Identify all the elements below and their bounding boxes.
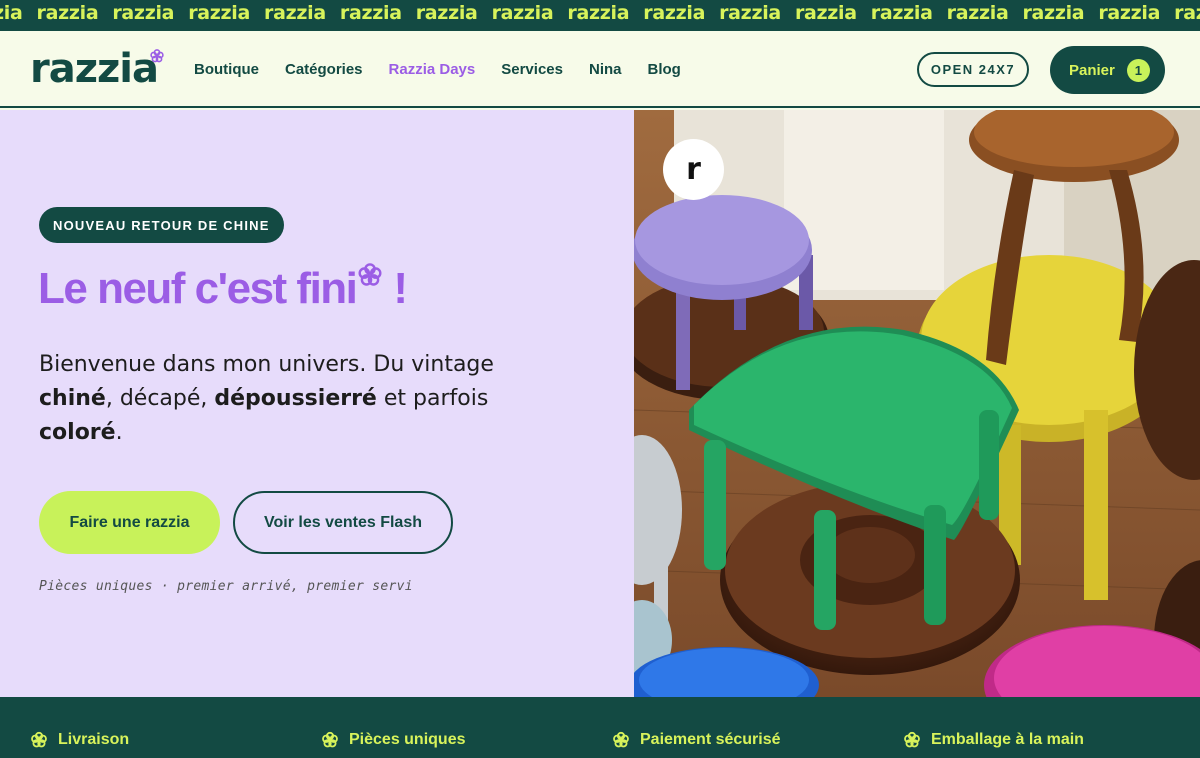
marquee-word: razzia bbox=[339, 2, 402, 24]
marquee-word: razzia bbox=[643, 2, 706, 24]
intro-bold: chiné bbox=[39, 386, 106, 411]
flower-icon bbox=[322, 731, 338, 748]
marquee-word: razzia bbox=[1022, 2, 1085, 24]
hero-tag: NOUVEAU RETOUR DE CHINE bbox=[39, 207, 284, 243]
marquee-banner: ziarazziarazziarazziarazziarazziarazziar… bbox=[0, 0, 1200, 31]
open-badge: OPEN 24X7 bbox=[917, 52, 1029, 87]
marquee-word: razzia bbox=[112, 2, 175, 24]
logo[interactable]: razzia bbox=[30, 45, 159, 93]
nav-categories[interactable]: Catégories bbox=[285, 61, 363, 78]
marquee-word: razzia bbox=[36, 2, 99, 24]
hero-stools-image: r bbox=[634, 110, 1200, 697]
nav-nina[interactable]: Nina bbox=[589, 61, 622, 78]
cart-count-badge: 1 bbox=[1126, 58, 1150, 82]
marquee-word: razzia bbox=[1098, 2, 1161, 24]
marquee-word: razzia bbox=[794, 2, 857, 24]
marquee-word: razzia bbox=[415, 2, 478, 24]
stools-illustration bbox=[634, 110, 1200, 697]
flower-icon bbox=[613, 731, 629, 748]
badge-letter: r bbox=[686, 152, 701, 187]
intro-text: et parfois bbox=[376, 386, 489, 411]
intro-bold: coloré bbox=[39, 420, 116, 445]
feature-label: Livraison bbox=[58, 731, 130, 748]
feature-label: Paiement sécurisé bbox=[640, 731, 781, 748]
hero-headline: Le neuf c'est fini ! bbox=[38, 263, 408, 314]
nav-boutique[interactable]: Boutique bbox=[194, 61, 259, 78]
cart-label: Panier bbox=[1069, 61, 1115, 79]
flower-icon bbox=[358, 263, 382, 286]
feature-paiement-securise: Paiement sécurisé bbox=[612, 731, 781, 749]
nav-blog[interactable]: Blog bbox=[648, 61, 681, 78]
cart-button[interactable]: Panier 1 bbox=[1050, 46, 1165, 94]
nav-razzia-days[interactable]: Razzia Days bbox=[389, 61, 476, 78]
marquee-word: razzia bbox=[264, 2, 326, 24]
site-header: razzia Boutique Catégories Razzia Days S… bbox=[0, 31, 1200, 108]
intro-bold: dépoussierré bbox=[214, 386, 377, 411]
marquee-word: razzia bbox=[870, 2, 933, 24]
marquee-word: zia bbox=[0, 2, 23, 24]
ventes-flash-button[interactable]: Voir les ventes Flash bbox=[233, 491, 453, 554]
marquee-word: razzia bbox=[491, 2, 554, 24]
hero-intro: Bienvenue dans mon univers. Du vintage c… bbox=[39, 348, 509, 450]
marquee-word: razzia bbox=[719, 2, 781, 24]
marquee-word: razzia bbox=[946, 2, 1009, 24]
headline-text: Le neuf c'est fini bbox=[38, 264, 358, 313]
nav-services[interactable]: Services bbox=[501, 61, 563, 78]
intro-text: Bienvenue dans mon univers. Du vintage bbox=[39, 352, 494, 377]
feature-pieces-uniques: Pièces uniques bbox=[321, 731, 466, 749]
faire-une-razzia-button[interactable]: Faire une razzia bbox=[39, 491, 220, 554]
headline-exclamation: ! bbox=[393, 264, 408, 313]
feature-emballage: Emballage à la main bbox=[903, 731, 1084, 749]
feature-label: Emballage à la main bbox=[931, 731, 1084, 748]
hero-note: Pièces uniques · premier arrivé, premier… bbox=[39, 579, 413, 594]
hero-section: NOUVEAU RETOUR DE CHINE Le neuf c'est fi… bbox=[0, 110, 634, 697]
intro-text: , décapé, bbox=[105, 386, 215, 411]
main-nav: Boutique Catégories Razzia Days Services… bbox=[194, 61, 707, 78]
marquee-word: razzia bbox=[188, 2, 251, 24]
marquee-word: razzia bbox=[567, 2, 630, 24]
flower-icon bbox=[150, 49, 164, 63]
features-bar: Livraison Pièces uniques Paiement sécuri… bbox=[0, 697, 1200, 758]
razzia-badge-icon: r bbox=[663, 139, 724, 200]
flower-icon bbox=[31, 731, 47, 748]
intro-text: . bbox=[115, 420, 123, 445]
marquee-track: ziarazziarazziarazziarazziarazziarazziar… bbox=[0, 2, 1200, 24]
marquee-word: razzia bbox=[1174, 2, 1200, 24]
feature-livraison: Livraison bbox=[30, 731, 129, 749]
feature-label: Pièces uniques bbox=[349, 731, 466, 748]
flower-icon bbox=[904, 731, 920, 748]
